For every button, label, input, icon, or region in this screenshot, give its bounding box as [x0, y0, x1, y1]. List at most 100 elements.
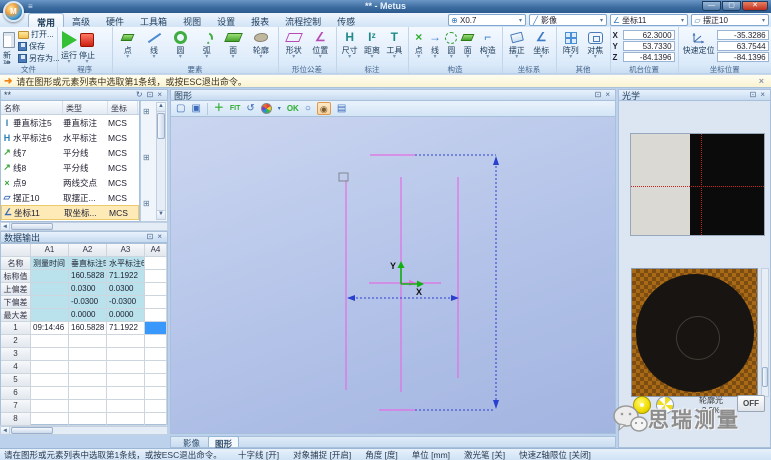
scroll-thumb[interactable] [11, 427, 53, 434]
cell[interactable]: -0.0300 [69, 296, 107, 309]
coordinate-select[interactable]: ∠ 坐标11 ▾ [610, 14, 688, 26]
dim-tool-button[interactable]: T 工具 [384, 29, 404, 60]
fit-button[interactable]: FIT [230, 102, 241, 116]
scroll-left-icon[interactable]: ◄ [1, 223, 10, 230]
cell[interactable] [31, 387, 69, 400]
feature-contour-button[interactable]: 轮廓 [247, 29, 274, 60]
close-panel-icon[interactable]: × [155, 232, 164, 242]
cell[interactable] [69, 335, 107, 348]
pin-icon[interactable]: ⊡ [593, 90, 604, 100]
element-row[interactable]: ↗ 线7平分线MCS [1, 145, 139, 160]
close-button[interactable]: ✕ [742, 1, 768, 11]
cell[interactable]: 0.0000 [69, 309, 107, 322]
cell[interactable] [107, 400, 145, 413]
ring-light-control[interactable] [631, 268, 758, 397]
ok-button[interactable]: OK [287, 102, 299, 116]
cell[interactable] [31, 400, 69, 413]
cell[interactable]: 160.5828 [69, 322, 107, 335]
cell[interactable] [31, 309, 69, 322]
focus-button[interactable]: 对焦 [584, 29, 607, 60]
dim-distance-button[interactable]: Iᶻ 距离 [362, 29, 382, 60]
feature-circle-button[interactable]: 圆 [168, 29, 192, 60]
cell[interactable] [145, 400, 167, 413]
cell[interactable] [31, 348, 69, 361]
construct-line-button[interactable]: → 线 [428, 29, 442, 60]
tab-liuchengkongzhi[interactable]: 流程控制 [277, 13, 329, 27]
data-output-hscrollbar[interactable]: ◄ [0, 426, 168, 435]
cell[interactable] [31, 361, 69, 374]
selected-cell[interactable] [145, 322, 167, 335]
dim-size-button[interactable]: H 尺寸 [340, 29, 360, 60]
laser-pointer-toggle[interactable]: 激光笔 [关] [464, 449, 505, 460]
scroll-thumb[interactable] [157, 113, 165, 139]
cell[interactable] [145, 413, 167, 426]
pin-icon[interactable]: ⊡ [145, 90, 156, 100]
quick-locate-button[interactable]: 快速定位 [681, 29, 717, 56]
save-button[interactable]: 保存 [18, 41, 60, 52]
object-snap-toggle[interactable]: 对象捕捉 [开启] [293, 449, 351, 460]
cell[interactable]: 0.0300 [107, 283, 145, 296]
cell[interactable] [31, 335, 69, 348]
quick-z-limit-toggle[interactable]: 快速Z轴限位 [关闭] [519, 449, 591, 460]
cell[interactable] [31, 283, 69, 296]
cell[interactable] [145, 296, 167, 309]
cell[interactable] [69, 413, 107, 426]
cell[interactable] [145, 283, 167, 296]
add-icon[interactable]: ＋ [214, 102, 224, 116]
feature-line-button[interactable]: 线 [142, 29, 166, 60]
close-panel-icon[interactable]: × [758, 90, 767, 100]
save-as-button[interactable]: 另存为... [18, 53, 60, 64]
feature-point-button[interactable]: 点 [116, 29, 140, 60]
construct-point-button[interactable]: × 点 [412, 29, 426, 60]
tab-shezhi[interactable]: 设置 [209, 13, 243, 27]
light-off-button[interactable]: OFF [737, 395, 765, 412]
col-header[interactable]: A4 [145, 244, 167, 257]
open-button[interactable]: 打开... [18, 29, 60, 40]
cell[interactable] [107, 374, 145, 387]
tab-yingjian[interactable]: 硬件 [98, 13, 132, 27]
close-panel-icon[interactable]: × [155, 90, 164, 100]
cell[interactable] [69, 400, 107, 413]
tab-graphics-view[interactable]: 图形 [208, 436, 239, 447]
slider-thumb[interactable] [762, 367, 768, 387]
circle-tool-icon[interactable]: ○ [305, 102, 311, 116]
tab-shitu[interactable]: 视图 [175, 13, 209, 27]
tree-expand-icon[interactable]: ⊞ [143, 199, 150, 208]
tab-gongjuxiang[interactable]: 工具箱 [132, 13, 175, 27]
gdt-position-button[interactable]: ∠ 位置 [308, 29, 333, 60]
pin-icon[interactable]: ⊡ [145, 232, 156, 242]
cell[interactable]: 71.1922 [107, 322, 145, 335]
cell[interactable] [107, 413, 145, 426]
cell[interactable] [145, 374, 167, 387]
scroll-up-icon[interactable]: ▲ [157, 103, 165, 112]
alignment-select[interactable]: ▱ 摆正10 ▾ [691, 14, 769, 26]
run-button[interactable]: 运行 [61, 29, 77, 65]
maximize-button[interactable]: ▢ [722, 1, 741, 11]
unit-toggle[interactable]: 单位 [mm] [412, 449, 450, 460]
cell[interactable] [69, 374, 107, 387]
ring-light-circle[interactable] [636, 274, 754, 392]
chevron-down-icon[interactable]: ▾ [278, 102, 281, 116]
construct-plane-button[interactable]: 面 [461, 29, 475, 60]
app-logo-icon[interactable]: M [3, 1, 24, 22]
stop-button[interactable]: 停止 [79, 29, 95, 65]
cell[interactable]: 0.0300 [69, 283, 107, 296]
cell[interactable] [107, 335, 145, 348]
array-button[interactable]: 阵列 [560, 29, 583, 60]
camera-live-view[interactable] [630, 133, 765, 236]
cell[interactable] [31, 270, 69, 283]
quick-access-icon[interactable]: ≡ [28, 2, 33, 11]
col-header[interactable]: A3 [107, 244, 145, 257]
element-row[interactable]: × 点9两线交点MCS [1, 175, 139, 190]
cell[interactable] [145, 361, 167, 374]
cell[interactable]: 测量时间 [31, 257, 69, 270]
feature-plane-button[interactable]: 面 [221, 29, 245, 60]
cell[interactable] [145, 270, 167, 283]
crosshair-toggle[interactable]: 十字线 [开] [238, 449, 279, 460]
angle-unit-toggle[interactable]: 角度 [度] [365, 449, 398, 460]
tab-image-view[interactable]: 影像 [177, 436, 206, 447]
element-row[interactable]: I 垂直标注5垂直标注MCS [1, 115, 139, 130]
cell[interactable]: 垂直标注5 [69, 257, 107, 270]
scroll-left-icon[interactable]: ◄ [1, 427, 10, 434]
gdt-shape-button[interactable]: 形状 [282, 29, 307, 60]
